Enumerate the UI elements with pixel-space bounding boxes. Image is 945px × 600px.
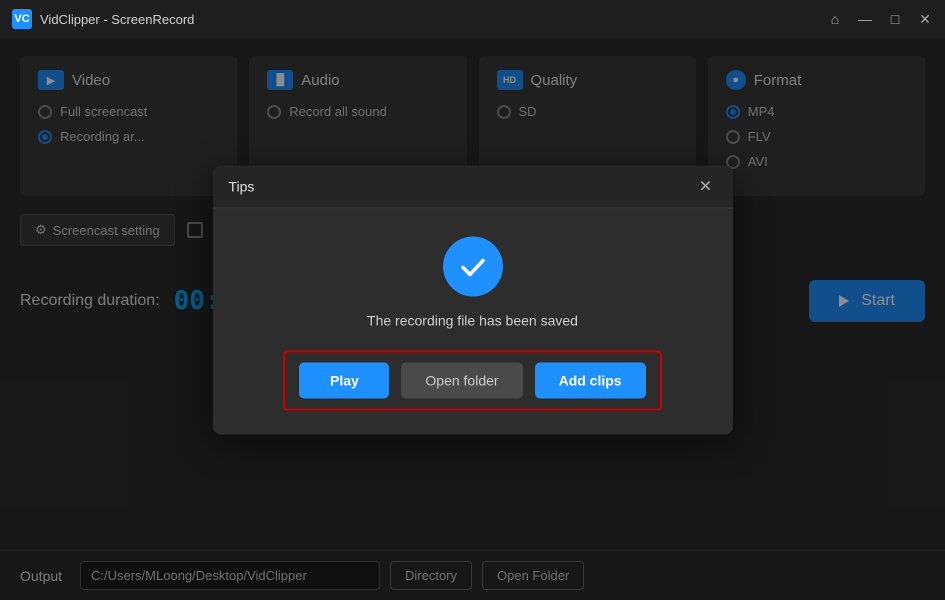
modal-message: The recording file has been saved bbox=[367, 313, 578, 329]
titlebar-title: VidClipper - ScreenRecord bbox=[40, 12, 194, 27]
app-icon: VC bbox=[12, 9, 32, 29]
titlebar-left: VC VidClipper - ScreenRecord bbox=[12, 9, 194, 29]
home-button[interactable]: ⌂ bbox=[827, 11, 843, 27]
modal-open-folder-button[interactable]: Open folder bbox=[401, 363, 522, 399]
minimize-button[interactable]: — bbox=[857, 11, 873, 27]
titlebar: VC VidClipper - ScreenRecord ⌂ — □ ✕ bbox=[0, 0, 945, 38]
modal-actions: Play Open folder Add clips bbox=[283, 351, 661, 411]
tips-modal: Tips ✕ The recording file has been saved… bbox=[213, 166, 733, 435]
play-button[interactable]: Play bbox=[299, 363, 389, 399]
check-circle-icon bbox=[443, 237, 503, 297]
titlebar-controls: ⌂ — □ ✕ bbox=[827, 11, 933, 27]
add-clips-button[interactable]: Add clips bbox=[535, 363, 646, 399]
close-button[interactable]: ✕ bbox=[917, 11, 933, 27]
maximize-button[interactable]: □ bbox=[887, 11, 903, 27]
modal-title: Tips bbox=[229, 179, 255, 195]
modal-close-button[interactable]: ✕ bbox=[695, 176, 717, 198]
checkmark-svg bbox=[457, 251, 489, 283]
modal-body: The recording file has been saved Play O… bbox=[213, 209, 733, 435]
modal-header: Tips ✕ bbox=[213, 166, 733, 209]
